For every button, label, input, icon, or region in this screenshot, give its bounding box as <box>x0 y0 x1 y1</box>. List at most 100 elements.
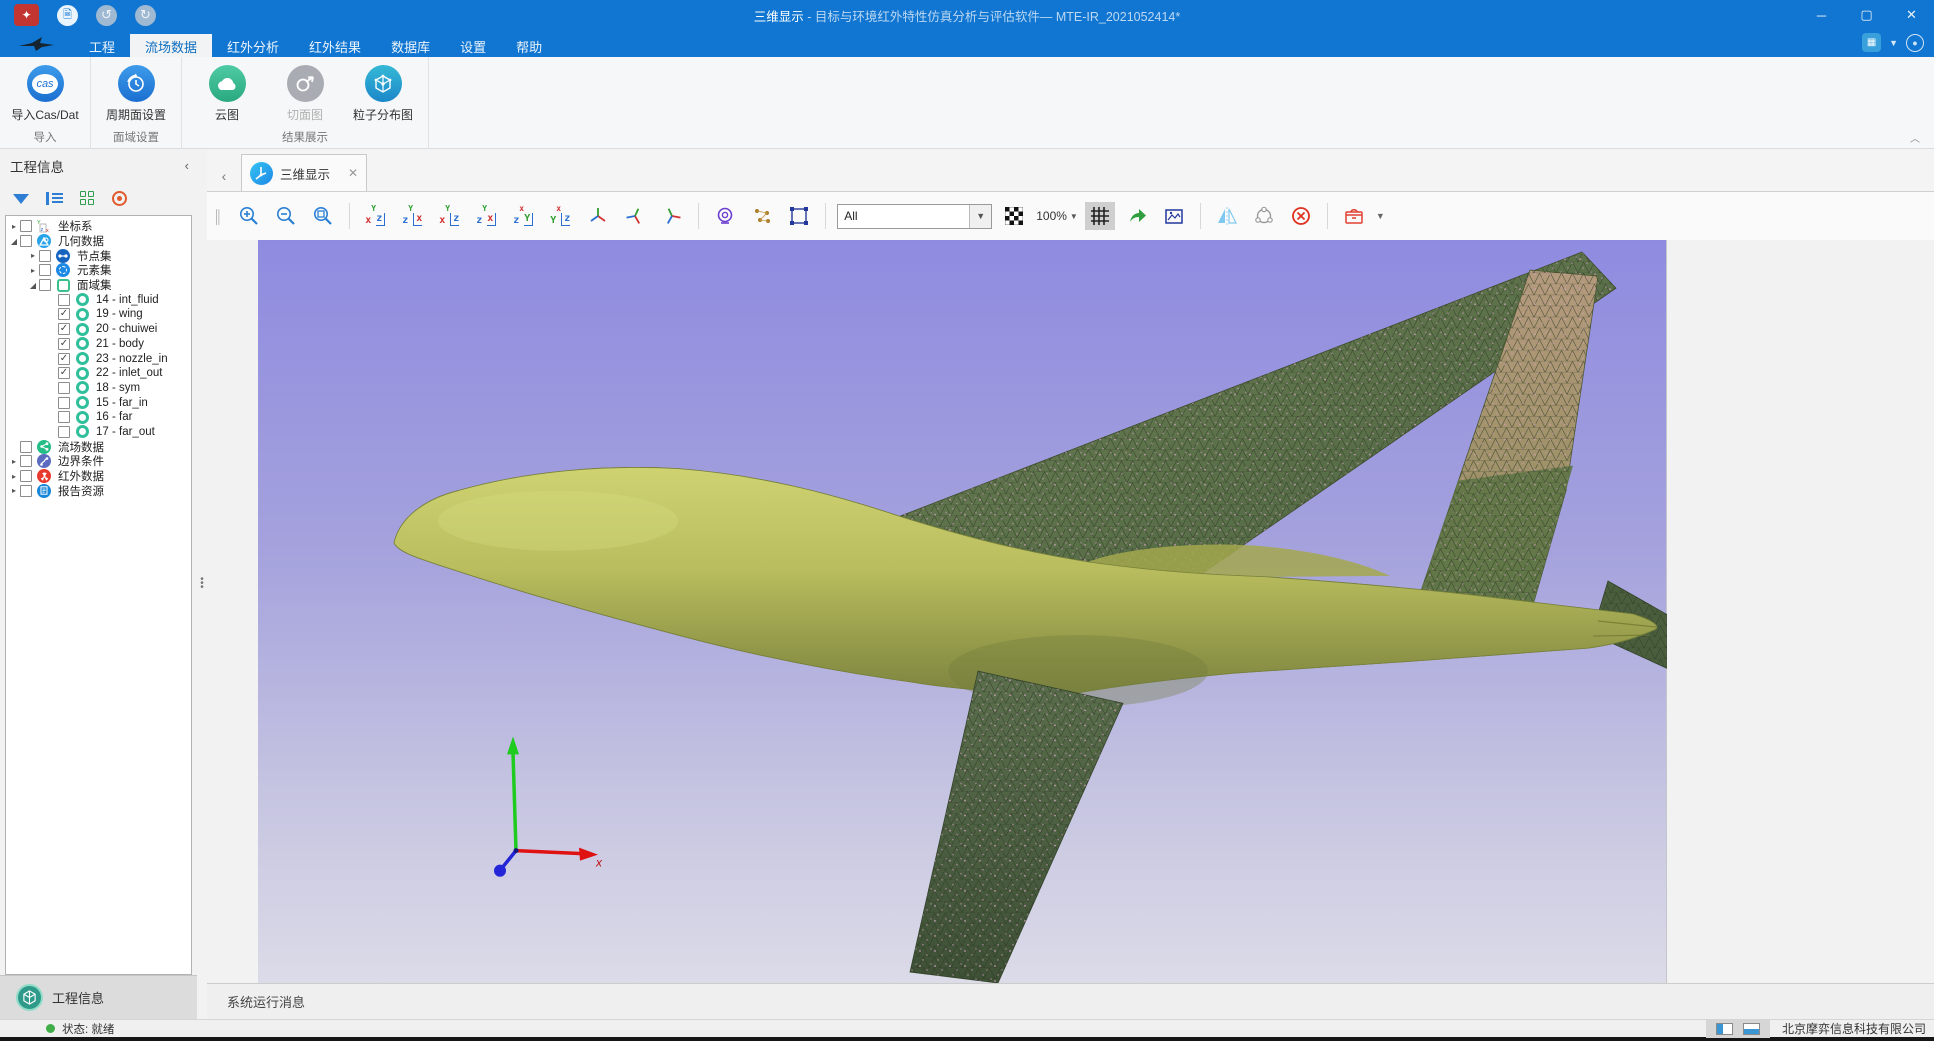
tree-item-[interactable]: ▸Yzx坐标系 <box>6 219 191 234</box>
target-icon[interactable] <box>112 191 127 206</box>
visibility-checkbox[interactable] <box>39 264 51 276</box>
ribbon-button-cas-badge[interactable]: cas导入Cas/Dat <box>6 63 84 123</box>
expand-closed-icon[interactable]: ▸ <box>8 222 20 231</box>
visibility-checkbox[interactable] <box>58 294 70 306</box>
mirror-flip-icon[interactable] <box>1212 202 1242 230</box>
tab-3d-display[interactable]: 三维显示 ✕ <box>241 154 367 191</box>
tree-item-18-sym[interactable]: 18 - sym <box>6 381 191 396</box>
ribbon-button-cloud[interactable]: 云图 <box>188 63 266 123</box>
checker-transparency-icon[interactable] <box>999 202 1029 230</box>
tree-item-[interactable]: ▸边界条件 <box>6 454 191 469</box>
cancel-red-icon[interactable] <box>1286 202 1316 230</box>
tree-item-[interactable]: ▸元素集 <box>6 263 191 278</box>
new-document-icon[interactable]: 🗎 <box>57 5 78 26</box>
expand-closed-icon[interactable]: ▸ <box>8 486 20 495</box>
display-filter-combo[interactable]: All▼ <box>837 204 992 229</box>
ribbon-button-clock[interactable]: 周期面设置 <box>97 63 175 123</box>
tree-item-20-chuiwei[interactable]: ✓20 - chuiwei <box>6 322 191 337</box>
view-iso-3-icon[interactable] <box>657 202 687 230</box>
visibility-checkbox[interactable]: ✓ <box>58 338 70 350</box>
menu-item-5[interactable]: 数据库 <box>376 34 445 57</box>
particle-points-icon[interactable] <box>747 202 777 230</box>
view-zx-2-icon[interactable]: Yzx <box>472 202 502 230</box>
expand-closed-icon[interactable]: ▸ <box>8 457 20 466</box>
filter-icon[interactable] <box>13 194 29 204</box>
expand-closed-icon[interactable]: ▸ <box>8 472 20 481</box>
message-panel[interactable]: 系统运行消息 <box>207 983 1934 1019</box>
share-arrow-icon[interactable] <box>1122 202 1152 230</box>
visibility-checkbox[interactable] <box>20 220 32 232</box>
view-zy-1-icon[interactable]: xzY <box>509 202 539 230</box>
visibility-checkbox[interactable] <box>58 411 70 423</box>
view-zx-1-icon[interactable]: Yzx <box>398 202 428 230</box>
redo-icon[interactable]: ↻ <box>135 5 156 26</box>
grid-icon[interactable] <box>80 191 95 206</box>
visibility-checkbox[interactable] <box>20 455 32 467</box>
visibility-checkbox[interactable] <box>39 279 51 291</box>
zoom-level-dropdown[interactable]: 100%▼ <box>1036 209 1078 223</box>
view-xz-1-icon[interactable]: Yxz <box>361 202 391 230</box>
panel-bottom-icon[interactable] <box>1743 1023 1760 1035</box>
view-zy-2-icon[interactable]: xYz <box>546 202 576 230</box>
visibility-checkbox[interactable] <box>20 441 32 453</box>
view-iso-2-icon[interactable] <box>620 202 650 230</box>
list-icon[interactable] <box>46 192 63 205</box>
box-select-icon[interactable] <box>784 202 814 230</box>
chevron-down-icon[interactable]: ▼ <box>969 205 991 228</box>
visibility-checkbox[interactable]: ✓ <box>58 323 70 335</box>
visibility-checkbox[interactable] <box>58 397 70 409</box>
minimize-button[interactable]: ─ <box>1799 0 1844 30</box>
visibility-checkbox[interactable] <box>20 470 32 482</box>
tree-item-21-body[interactable]: ✓21 - body <box>6 337 191 352</box>
menu-item-1[interactable]: 工程 <box>74 34 130 57</box>
tree-item-22-inlet_out[interactable]: ✓22 - inlet_out <box>6 366 191 381</box>
tree-item-16-far[interactable]: 16 - far <box>6 410 191 425</box>
tree-item-23-nozzle_in[interactable]: ✓23 - nozzle_in <box>6 351 191 366</box>
apps-grid-icon[interactable]: ▦ <box>1862 33 1881 52</box>
chevron-down-icon[interactable]: ▼ <box>1889 38 1898 48</box>
zoom-fit-icon[interactable] <box>308 202 338 230</box>
expand-closed-icon[interactable]: ▸ <box>27 251 39 260</box>
undo-icon[interactable]: ↺ <box>96 5 117 26</box>
visibility-checkbox[interactable] <box>58 426 70 438</box>
tree-item-17-far_out[interactable]: 17 - far_out <box>6 425 191 440</box>
expand-closed-icon[interactable]: ▸ <box>27 266 39 275</box>
viewport-3d[interactable]: x <box>258 240 1667 983</box>
maximize-button[interactable]: ▢ <box>1844 0 1889 30</box>
tree-item-[interactable]: ◢面域集 <box>6 278 191 293</box>
visibility-checkbox[interactable] <box>39 250 51 262</box>
splitter-handle[interactable]: ••• <box>200 578 204 590</box>
toolbar-drag-handle[interactable]: ║ <box>213 209 223 224</box>
menu-item-3[interactable]: 红外分析 <box>212 34 294 57</box>
panel-left-icon[interactable] <box>1716 1023 1733 1035</box>
view-iso-1-icon[interactable] <box>583 202 613 230</box>
app-logo-icon[interactable]: ✦ <box>14 4 39 26</box>
tree-item-[interactable]: ▸报告资源 <box>6 483 191 498</box>
menu-item-6[interactable]: 设置 <box>445 34 501 57</box>
ribbon-collapse-icon[interactable]: ︿ <box>1910 130 1920 145</box>
panel-splitter[interactable]: ••• <box>197 149 207 1019</box>
perspective-camera-icon[interactable] <box>710 202 740 230</box>
mesh-grid-icon[interactable] <box>1085 202 1115 230</box>
close-button[interactable]: ✕ <box>1889 0 1934 30</box>
visibility-checkbox[interactable]: ✓ <box>58 353 70 365</box>
visibility-checkbox[interactable]: ✓ <box>58 308 70 320</box>
sidebar-bottom-button[interactable]: 工程信息 <box>0 975 197 1019</box>
close-icon[interactable]: ✕ <box>348 166 358 180</box>
tree-item-[interactable]: ◢几何数据 <box>6 234 191 249</box>
rotate-ring-icon[interactable] <box>1249 202 1279 230</box>
chevron-left-icon[interactable]: ‹ <box>185 158 189 173</box>
expand-open-icon[interactable]: ◢ <box>8 237 20 246</box>
zoom-out-icon[interactable] <box>271 202 301 230</box>
package-export-icon[interactable] <box>1339 202 1369 230</box>
menu-item-4[interactable]: 红外结果 <box>294 34 376 57</box>
tree-item-19-wing[interactable]: ✓19 - wing <box>6 307 191 322</box>
tree-item-[interactable]: ▸节点集 <box>6 248 191 263</box>
visibility-checkbox[interactable] <box>58 382 70 394</box>
view-xz-2-icon[interactable]: Yxz <box>435 202 465 230</box>
menu-item-2[interactable]: 流场数据 <box>130 34 212 57</box>
tree-item-[interactable]: 流场数据 <box>6 439 191 454</box>
visibility-checkbox[interactable] <box>20 235 32 247</box>
menu-item-7[interactable]: 帮助 <box>501 34 557 57</box>
expand-open-icon[interactable]: ◢ <box>27 281 39 290</box>
